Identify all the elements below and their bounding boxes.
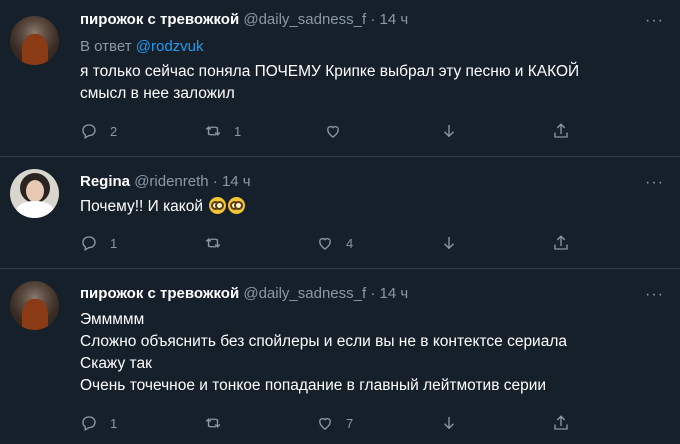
share-button[interactable] xyxy=(552,412,570,434)
arrow-down-icon xyxy=(444,417,454,430)
face-with-monocle-icon xyxy=(228,197,246,214)
tweet-line: смысл в нее заложил xyxy=(80,85,235,102)
avatar[interactable] xyxy=(10,16,59,65)
reply-count: 2 xyxy=(110,123,118,139)
more-options-icon[interactable]: ··· xyxy=(644,12,664,29)
heart-icon xyxy=(319,417,331,430)
like-count: 7 xyxy=(346,415,354,431)
tweet-line-text: Почему!! И какой xyxy=(80,198,204,215)
reply-count: 1 xyxy=(110,415,118,431)
reply-icon xyxy=(82,124,96,139)
retweet-icon xyxy=(205,125,221,137)
author-handle[interactable]: @daily_sadness_f xyxy=(243,285,366,302)
retweet-button[interactable] xyxy=(204,412,234,434)
heart-icon xyxy=(319,237,331,250)
face-with-monocle-icon xyxy=(209,197,227,214)
reply-prefix: В ответ xyxy=(80,38,132,55)
share-button[interactable] xyxy=(552,120,570,142)
tweet-line: Эммммм xyxy=(80,311,145,328)
arrow-down-icon xyxy=(444,237,454,250)
more-options-icon[interactable]: ··· xyxy=(644,286,664,303)
tweet-line: Почему!! И какой xyxy=(80,196,660,218)
tweet-line: Сложно объяснить без спойлеры и если вы … xyxy=(80,333,568,350)
like-button[interactable]: 7 xyxy=(316,412,353,434)
tweet-actions: 2 1 xyxy=(80,120,580,142)
like-count: 4 xyxy=(346,235,354,251)
retweet-icon xyxy=(205,417,221,429)
reply-icon xyxy=(82,416,96,431)
author-name[interactable]: пирожок с тревожкой xyxy=(80,285,239,302)
tweet-text: я только сейчас поняла ПОЧЕМУ Крипке выб… xyxy=(80,61,660,105)
retweet-icon xyxy=(205,237,221,249)
tweet-1[interactable]: пирожок с тревожкой @daily_sadness_f · 1… xyxy=(0,0,680,156)
tweet-2[interactable]: Regina @ridenreth · 14 ч ··· Почему!! И … xyxy=(0,157,680,268)
like-button[interactable] xyxy=(324,120,354,142)
tweet-actions: 1 4 xyxy=(80,232,580,254)
more-options-icon[interactable]: ··· xyxy=(644,174,664,191)
retweet-count: 1 xyxy=(234,123,242,139)
tweet-3[interactable]: пирожок с тревожкой @daily_sadness_f · 1… xyxy=(0,269,680,444)
reply-button[interactable]: 1 xyxy=(80,232,117,254)
retweet-button[interactable] xyxy=(204,232,234,254)
tweet-line: Очень точечное и тонкое попадание в глав… xyxy=(80,377,547,394)
share-icon xyxy=(554,415,568,430)
reply-button[interactable]: 1 xyxy=(80,412,117,434)
author-handle[interactable]: @daily_sadness_f xyxy=(243,11,366,28)
timestamp[interactable]: · 14 ч xyxy=(370,285,408,302)
arrow-down-icon xyxy=(444,125,454,138)
downvote-button[interactable] xyxy=(440,232,458,254)
reply-context: В ответ @rodzvuk xyxy=(80,38,204,55)
like-button[interactable]: 4 xyxy=(316,232,353,254)
tweet-actions: 1 7 xyxy=(80,412,580,434)
timestamp[interactable]: · 14 ч xyxy=(213,173,251,190)
share-icon xyxy=(554,235,568,250)
reply-count: 1 xyxy=(110,235,118,251)
tweet-line: Скажу так xyxy=(80,355,152,372)
timestamp[interactable]: · 14 ч xyxy=(370,11,408,28)
downvote-button[interactable] xyxy=(440,120,458,142)
tweet-line: я только сейчас поняла ПОЧЕМУ Крипке выб… xyxy=(80,63,580,80)
reply-icon xyxy=(82,236,96,251)
tweet-text: Эммммм Сложно объяснить без спойлеры и е… xyxy=(80,309,660,397)
author-name[interactable]: Regina xyxy=(80,173,130,190)
avatar[interactable] xyxy=(10,281,59,330)
author-handle[interactable]: @ridenreth xyxy=(134,173,208,190)
retweet-button[interactable]: 1 xyxy=(204,120,241,142)
share-button[interactable] xyxy=(552,232,570,254)
tweet-text: Почему!! И какой xyxy=(80,196,660,218)
downvote-button[interactable] xyxy=(440,412,458,434)
share-icon xyxy=(554,123,568,138)
avatar[interactable] xyxy=(10,169,59,218)
reply-mention-link[interactable]: @rodzvuk xyxy=(136,38,204,55)
reply-button[interactable]: 2 xyxy=(80,120,117,142)
heart-icon xyxy=(327,125,339,138)
author-name[interactable]: пирожок с тревожкой xyxy=(80,11,239,28)
